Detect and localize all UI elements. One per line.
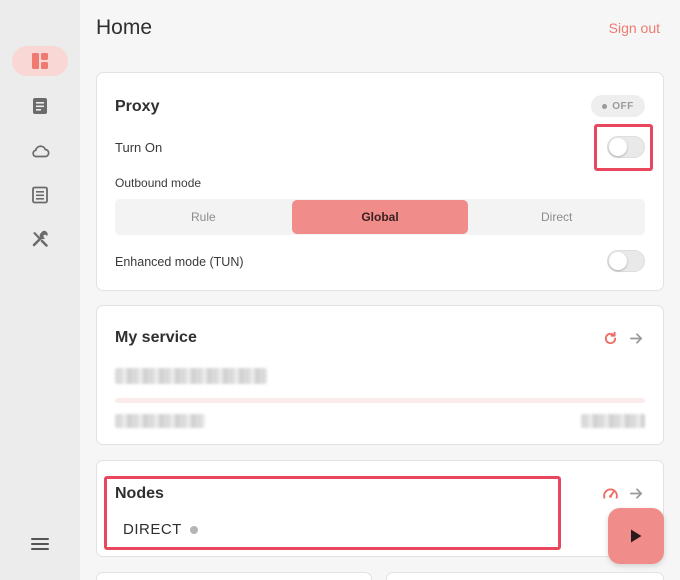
document-icon [33,98,47,114]
mode-option-rule[interactable]: Rule [115,199,292,235]
bottom-card-right [386,572,664,580]
sign-out-link[interactable]: Sign out [609,20,660,36]
nodes-highlight-box [104,476,561,550]
sidebar-item-profiles[interactable] [12,91,68,121]
sidebar [0,0,80,580]
main-content: Home Sign out Proxy OFF Turn On Outbound… [80,0,680,580]
list-icon [32,186,48,204]
menu-button[interactable] [26,534,54,554]
enhanced-mode-label: Enhanced mode (TUN) [115,255,244,269]
service-usage-bar [115,398,645,403]
mode-option-direct[interactable]: Direct [468,199,645,235]
hamburger-icon [31,538,49,550]
service-expiry-redacted [581,414,645,428]
toggle-knob [609,252,627,270]
service-title: My service [115,329,197,346]
arrow-right-icon [629,487,642,499]
cloud-icon [32,145,50,158]
play-icon [631,529,642,543]
proxy-title: Proxy [115,98,160,115]
service-open-button[interactable] [627,329,645,347]
bottom-card-left [96,572,372,580]
speedometer-icon [602,488,618,499]
speed-test-button[interactable] [601,484,619,502]
sidebar-item-dashboard[interactable] [12,46,68,76]
sidebar-item-cloud[interactable] [12,136,68,166]
turn-on-label: Turn On [115,140,163,155]
service-card: My service [96,305,664,445]
tools-icon [32,230,48,247]
proxy-status-badge: OFF [591,95,645,117]
sidebar-item-tools[interactable] [12,224,68,254]
proxy-card: Proxy OFF Turn On Outbound mode Rule Glo… [96,72,664,291]
nodes-open-button[interactable] [627,484,645,502]
proxy-status-text: OFF [612,100,634,112]
sidebar-item-logs[interactable] [12,180,68,210]
dashboard-icon [32,53,48,69]
page-title: Home [96,16,153,39]
refresh-button[interactable] [601,329,619,347]
mode-option-global[interactable]: Global [291,200,469,234]
outbound-mode-selector: Rule Global Direct [115,199,645,235]
start-proxy-button[interactable] [608,508,664,564]
turn-on-highlight-box [594,124,653,171]
status-dot-icon [602,103,608,109]
outbound-mode-label: Outbound mode [115,176,202,190]
refresh-icon [604,331,616,344]
arrow-right-icon [629,332,642,344]
service-usage-redacted [115,414,205,428]
enhanced-mode-toggle[interactable] [607,250,645,272]
service-name-redacted [115,368,267,384]
